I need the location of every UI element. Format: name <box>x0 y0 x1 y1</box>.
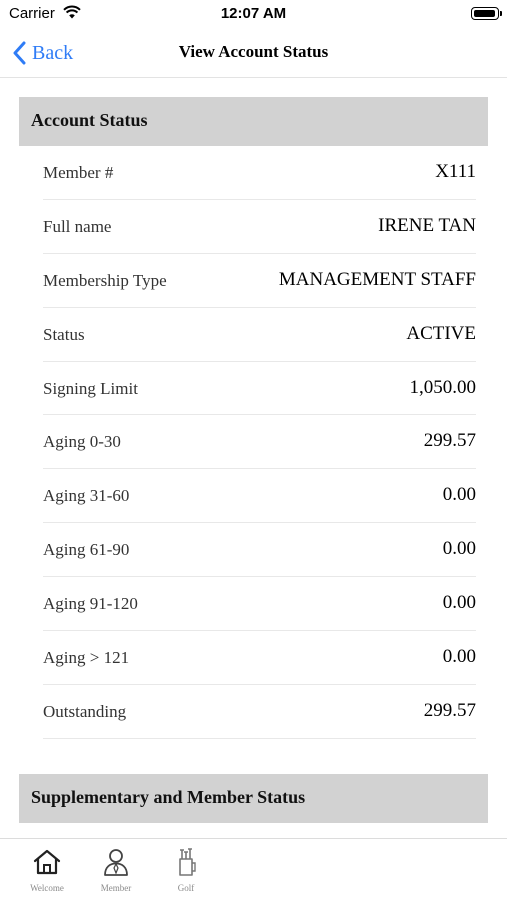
row-label: Aging 61-90 <box>43 540 130 560</box>
battery-icon <box>471 7 502 20</box>
tab-label: Golf <box>177 883 195 893</box>
list-item: Aging 61-90 0.00 <box>43 523 476 578</box>
tab-label: Welcome <box>30 883 64 893</box>
row-label: Full name <box>43 216 112 236</box>
row-value: 299.57 <box>423 430 476 452</box>
page-title: View Account Status <box>178 42 329 61</box>
row-label: Status <box>43 324 85 344</box>
row-value: 0.00 <box>442 484 476 506</box>
section-title: Supplementary and Member Status <box>31 787 306 807</box>
row-label: Aging 91-120 <box>43 594 138 614</box>
golf-bag-icon <box>179 848 196 876</box>
row-label: Aging > 121 <box>43 648 130 668</box>
row-label: Member # <box>43 163 114 182</box>
row-value: 0.00 <box>442 592 476 614</box>
list-item: Outstanding 299.57 <box>43 685 476 739</box>
row-label: Aging 31-60 <box>43 486 130 506</box>
list-item: Signing Limit 1,050.00 <box>43 362 476 416</box>
navigation-bar: Back View Account Status <box>0 30 507 78</box>
clock: 12:07 AM <box>220 5 287 22</box>
row-value: X111 <box>435 161 476 182</box>
list-item: Aging 31-60 0.00 <box>43 469 476 524</box>
section-header-account-status: Account Status <box>19 97 488 146</box>
tab-golf[interactable]: Golf <box>159 847 213 893</box>
section-title: Account Status <box>31 110 148 130</box>
list-item: Aging 0-30 299.57 <box>43 415 476 470</box>
row-value: IRENE TAN <box>378 214 476 236</box>
tab-welcome[interactable]: Welcome <box>20 847 74 893</box>
row-value: MANAGEMENT STAFF <box>278 268 476 290</box>
list-item: Aging > 121 0.00 <box>43 631 476 685</box>
account-status-list[interactable]: Account Status Member # X111 Full name I… <box>0 79 507 838</box>
row-label: Outstanding <box>43 701 127 721</box>
tab-label: Member <box>100 883 132 893</box>
tab-member[interactable]: Member <box>89 847 143 893</box>
list-item: Full name IRENE TAN <box>43 200 476 254</box>
status-bar: Carrier 12:07 AM <box>0 0 507 30</box>
list-item: Membership Type MANAGEMENT STAFF <box>43 254 476 308</box>
list-item: Member # X111 <box>43 146 476 200</box>
row-label: Aging 0-30 <box>43 432 121 452</box>
row-value: 0.00 <box>442 646 476 668</box>
row-label: Membership Type <box>43 270 167 290</box>
row-value: 299.57 <box>423 699 476 721</box>
section-header-supplementary-status: Supplementary and Member Status <box>19 774 488 823</box>
home-icon <box>33 849 61 875</box>
user-icon <box>104 849 128 876</box>
list-item: Status ACTIVE <box>43 308 476 362</box>
row-value: 1,050.00 <box>409 376 477 398</box>
row-label: Signing Limit <box>43 378 138 398</box>
account-rows: Member # X111 Full name IRENE TAN Member… <box>43 146 476 739</box>
tab-bar: Welcome Member Golf <box>0 838 507 900</box>
row-value: 0.00 <box>442 538 476 560</box>
list-item: Aging 91-120 0.00 <box>43 577 476 632</box>
row-value: ACTIVE <box>406 322 476 344</box>
